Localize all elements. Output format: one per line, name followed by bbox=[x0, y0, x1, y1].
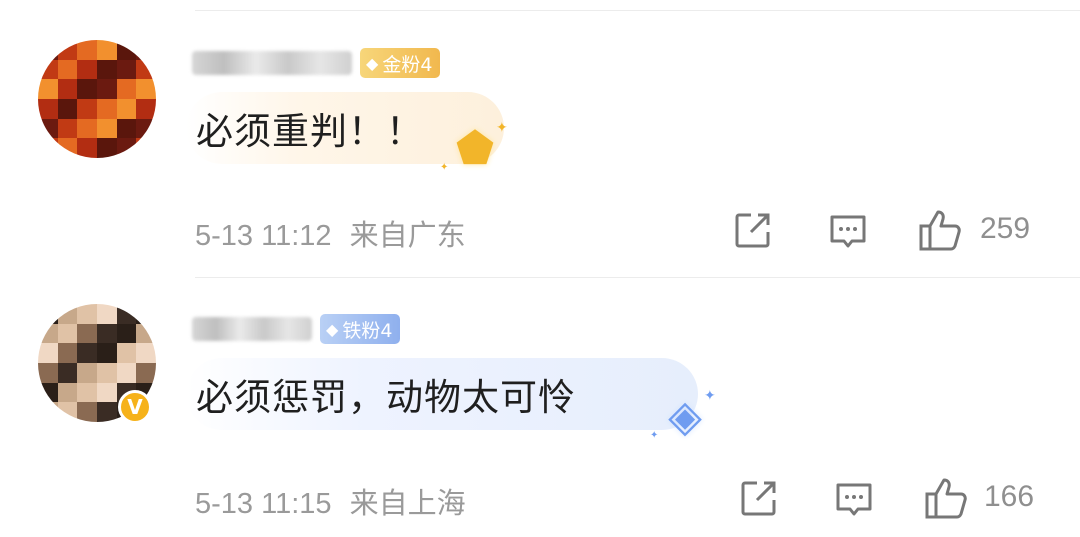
mosaic-tile bbox=[38, 343, 58, 363]
sparkle-icon: ✦ bbox=[650, 430, 659, 441]
username-blurred bbox=[192, 317, 312, 341]
mosaic-tile bbox=[116, 343, 137, 363]
mosaic-tile bbox=[77, 402, 97, 422]
mosaic-tile bbox=[136, 323, 156, 344]
mosaic-tile bbox=[96, 343, 117, 363]
mosaic-tile bbox=[38, 304, 58, 324]
sparkle-icon: ✦ bbox=[704, 388, 716, 404]
mosaic-tile bbox=[77, 323, 97, 344]
mosaic-tile bbox=[136, 343, 156, 363]
mosaic-tile bbox=[38, 362, 58, 383]
comment-item: V ◆ 铁粉4 必须惩罚，动物太可怜 ◈ ✦ ✦ 5-13 11:15 来自上海… bbox=[0, 0, 1080, 537]
mosaic-tile bbox=[96, 304, 117, 324]
location: 来自上海 bbox=[349, 488, 466, 520]
thumbs-up-icon[interactable] bbox=[924, 476, 970, 520]
fan-badge[interactable]: ◆ 铁粉4 bbox=[320, 314, 401, 344]
share-icon[interactable] bbox=[739, 478, 779, 518]
comment-bubble: 必须惩罚，动物太可怜 bbox=[186, 358, 698, 430]
mosaic-tile bbox=[96, 382, 117, 403]
comment-text: 必须惩罚，动物太可怜 bbox=[196, 376, 576, 419]
fan-badge-label: 铁粉4 bbox=[342, 319, 393, 342]
mosaic-tile bbox=[136, 304, 156, 324]
mosaic-tile bbox=[77, 362, 97, 383]
mosaic-tile bbox=[77, 343, 97, 363]
mosaic-tile bbox=[116, 304, 137, 324]
mosaic-tile bbox=[116, 323, 137, 344]
timestamp: 5-13 11:15 bbox=[195, 488, 332, 520]
username[interactable]: ◆ 铁粉4 bbox=[192, 314, 401, 344]
mosaic-tile bbox=[57, 382, 78, 403]
mosaic-tile bbox=[136, 362, 156, 383]
mosaic-tile bbox=[96, 323, 117, 344]
mosaic-tile bbox=[96, 362, 117, 383]
mosaic-tile bbox=[57, 323, 78, 344]
mosaic-tile bbox=[77, 382, 97, 403]
badge-gem-icon: ◆ bbox=[326, 319, 339, 339]
verified-v-icon: V bbox=[118, 390, 152, 424]
comment-meta: 5-13 11:15 来自上海 bbox=[195, 480, 466, 522]
mosaic-tile bbox=[38, 323, 58, 344]
mosaic-tile bbox=[57, 343, 78, 363]
comment-icon[interactable] bbox=[834, 480, 874, 520]
mosaic-tile bbox=[57, 362, 78, 383]
mosaic-tile bbox=[57, 402, 78, 422]
mosaic-tile bbox=[57, 304, 78, 324]
mosaic-tile bbox=[38, 382, 58, 403]
like-count: 166 bbox=[984, 480, 1035, 513]
mosaic-tile bbox=[77, 304, 97, 324]
mosaic-tile bbox=[96, 402, 117, 422]
mosaic-tile bbox=[38, 402, 58, 422]
mosaic-tile bbox=[116, 362, 137, 383]
